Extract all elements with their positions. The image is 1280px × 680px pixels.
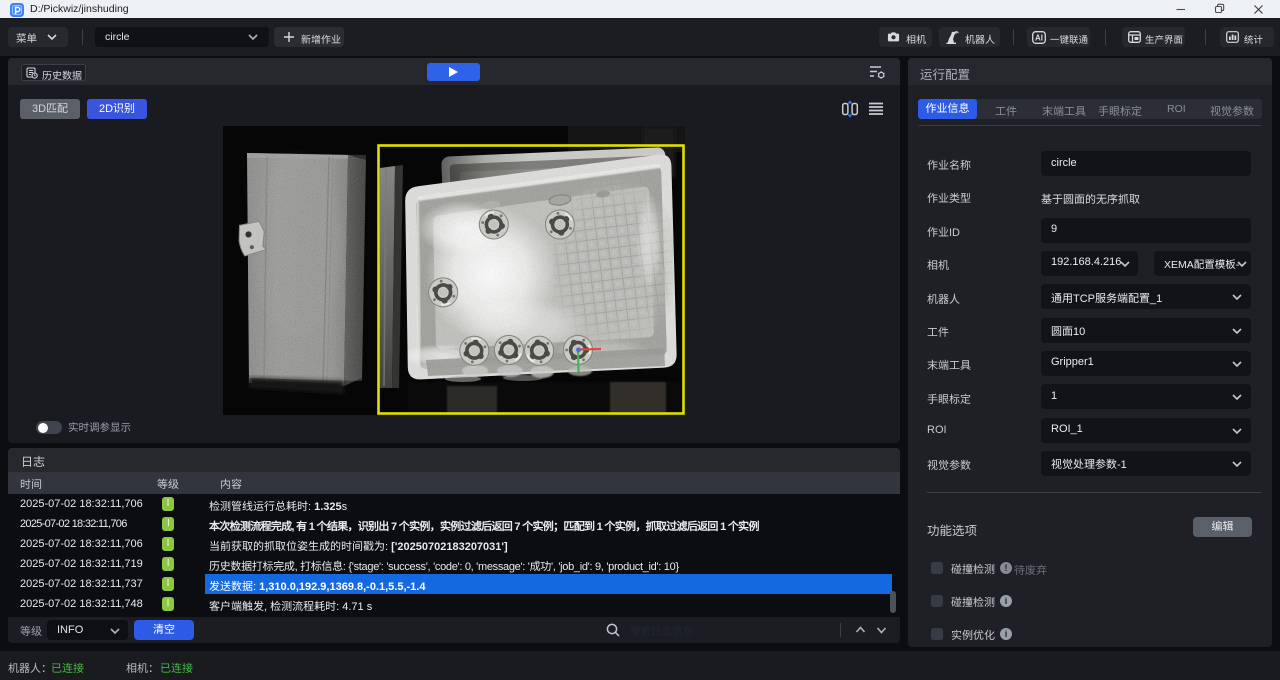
svg-text:AI: AI xyxy=(1035,33,1043,42)
